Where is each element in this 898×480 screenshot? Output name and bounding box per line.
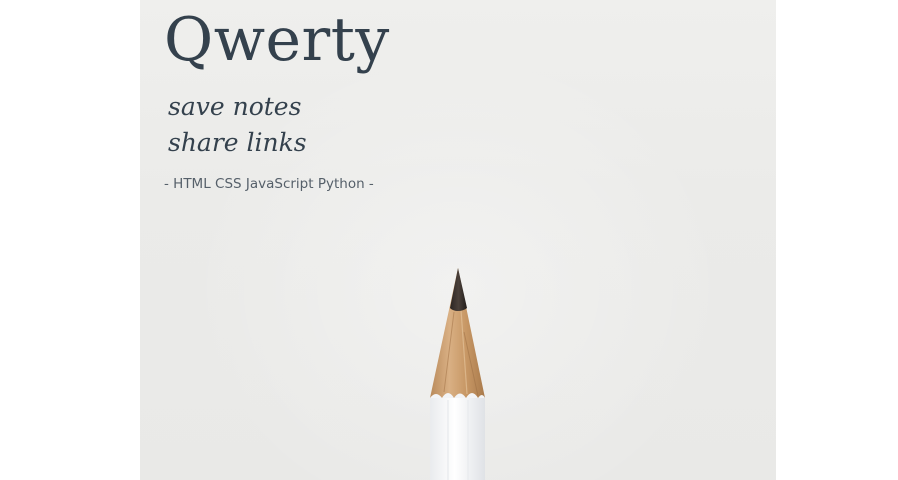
pencil-icon [430,268,485,480]
tagline-share-links: share links [168,128,307,157]
landing-page: Qwerty save notes share links - HTML CSS… [0,0,898,480]
app-title: Qwerty [164,5,390,75]
tagline-save-notes: save notes [168,92,302,121]
tech-stack-text: - HTML CSS JavaScript Python - [164,176,374,192]
